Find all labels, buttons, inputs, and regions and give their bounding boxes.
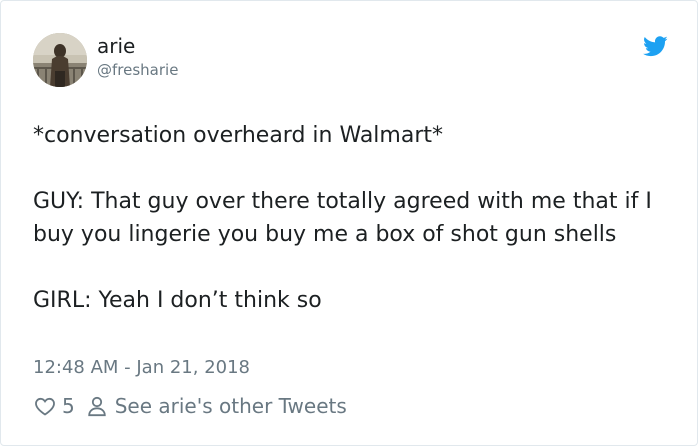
tweet-card: arie @fresharie *conversation overheard … (0, 0, 698, 446)
author-display-name[interactable]: arie (97, 34, 135, 58)
person-icon (88, 396, 106, 417)
like-count: 5 (62, 394, 75, 418)
tweet-spacer (33, 152, 673, 185)
like-button[interactable]: 5 (33, 394, 75, 418)
heart-icon (35, 397, 55, 416)
author-handle[interactable]: @fresharie (97, 61, 178, 79)
twitter-bird-icon[interactable] (643, 36, 668, 57)
tweet-line-2: GUY: That guy over there totally agreed … (33, 189, 659, 247)
tweet-timestamp[interactable]: 12:48 AM - Jan 21, 2018 (33, 356, 250, 380)
tweet-text: *conversation overheard in Walmart* GUY:… (33, 119, 673, 317)
tweet-line-3: GIRL: Yeah I don’t think so (33, 288, 322, 313)
tweet-spacer (33, 251, 673, 284)
avatar[interactable] (33, 33, 87, 87)
see-other-tweets-label: See arie's other Tweets (114, 394, 347, 418)
see-other-tweets-link[interactable]: See arie's other Tweets (85, 394, 347, 418)
tweet-actions: 5 See arie's other Tweets (33, 393, 347, 419)
tweet-line-1: *conversation overheard in Walmart* (33, 123, 443, 148)
avatar-image (33, 33, 87, 87)
